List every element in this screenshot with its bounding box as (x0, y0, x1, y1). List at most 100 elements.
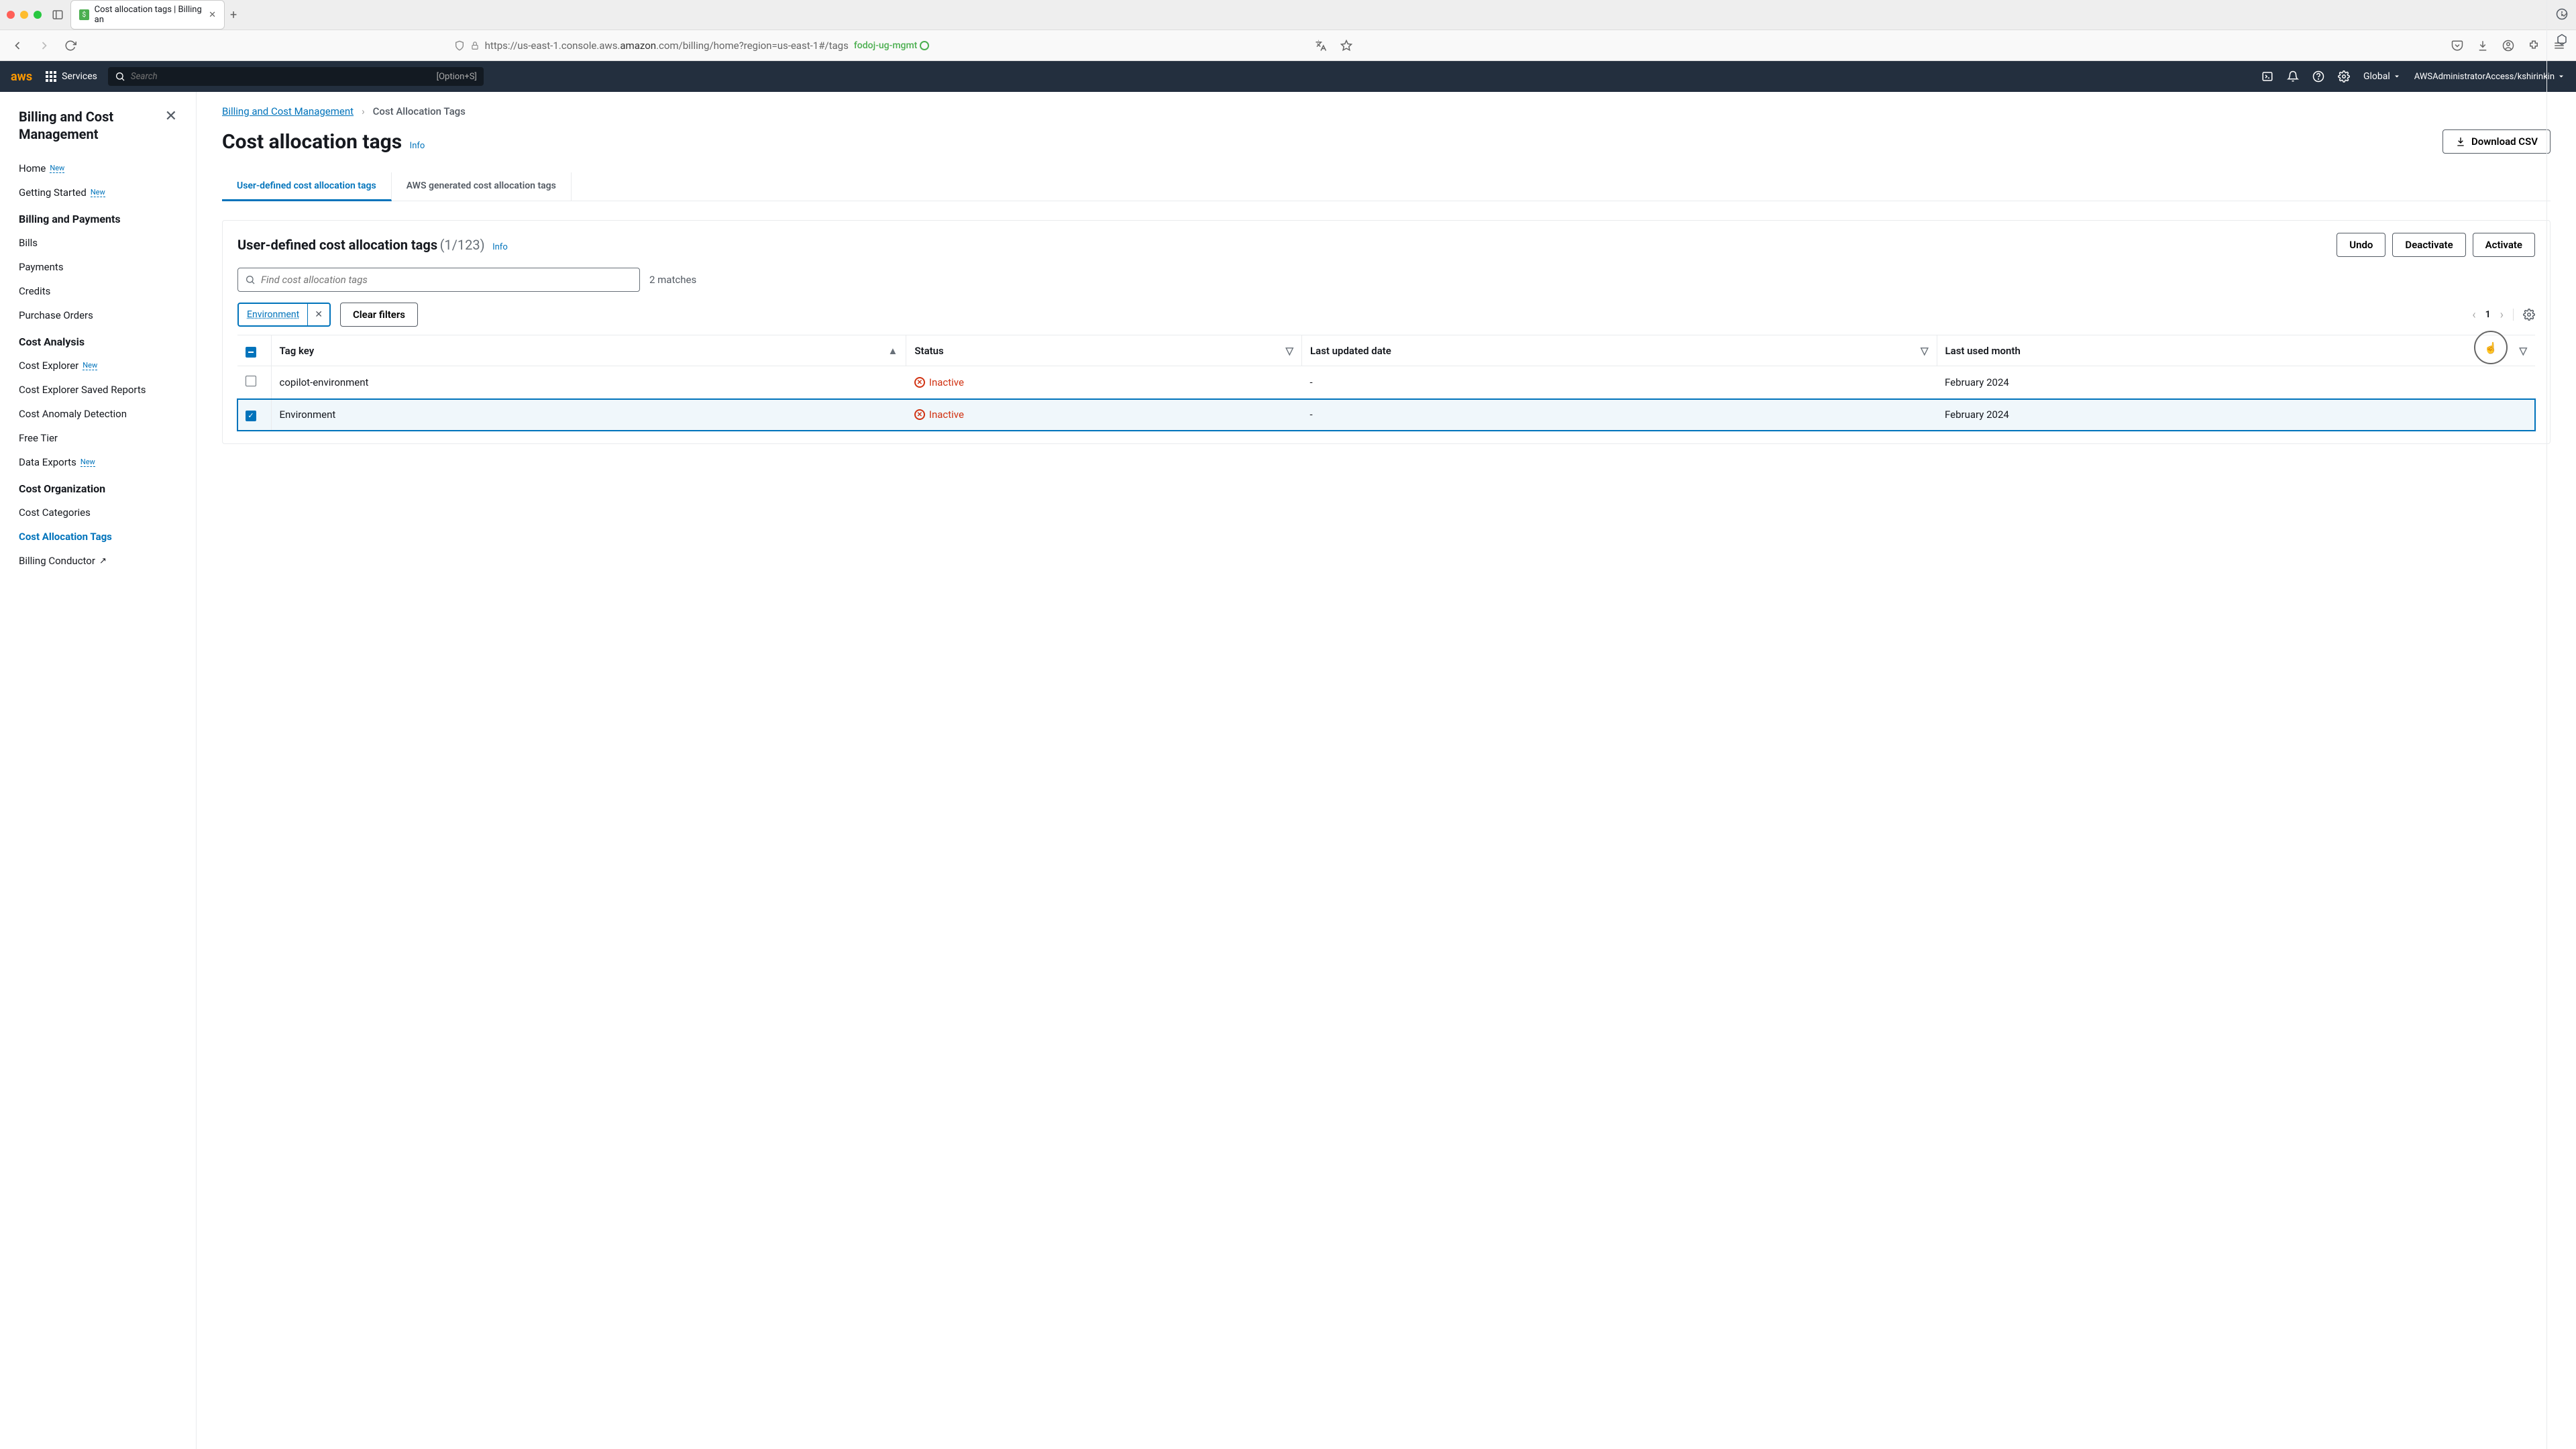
history-panel-icon[interactable] (2556, 34, 2568, 46)
minimize-window-icon[interactable] (20, 11, 28, 19)
forward-button[interactable] (35, 36, 54, 55)
deactivate-button[interactable]: Deactivate (2392, 233, 2465, 257)
cell-updated: - (1302, 399, 1937, 431)
tab-title: Cost allocation tags | Billing an (95, 5, 203, 25)
error-circle-icon: ✕ (914, 409, 925, 420)
sidebar-item-bills[interactable]: Bills (0, 231, 196, 255)
sidebar: Billing and Cost Management ✕ HomeNew Ge… (0, 92, 197, 1449)
tab-aws-generated[interactable]: AWS generated cost allocation tags (392, 172, 572, 201)
sidebar-item-cost-explorer[interactable]: Cost ExplorerNew (0, 354, 196, 378)
cell-tag-key: Environment (271, 399, 906, 431)
page-prev-icon[interactable]: ‹ (2472, 308, 2475, 322)
settings-icon[interactable] (2338, 70, 2350, 83)
services-label: Services (62, 71, 97, 82)
url-text: https://us-east-1.console.aws.amazon.com… (485, 40, 849, 52)
status-badge: ✕Inactive (914, 409, 1294, 421)
sidebar-close-icon[interactable]: ✕ (165, 108, 177, 125)
pagination: ‹ 1 › (2472, 308, 2535, 322)
table-row[interactable]: ✓ Environment ✕Inactive - February 2024 (237, 399, 2535, 431)
sidebar-item-payments[interactable]: Payments (0, 255, 196, 279)
browser-url-bar: https://us-east-1.console.aws.amazon.com… (0, 30, 2576, 61)
back-button[interactable] (8, 36, 27, 55)
page-number: 1 (2485, 309, 2491, 320)
lock-icon[interactable] (470, 41, 480, 50)
bookmark-icon[interactable] (1338, 37, 1355, 54)
chip-label[interactable]: Environment (239, 304, 307, 325)
header-checkbox[interactable] (237, 335, 271, 366)
sidebar-item-getting-started[interactable]: Getting StartedNew (0, 180, 196, 205)
right-rail (2546, 0, 2576, 1449)
header-tag-key[interactable]: Tag key▲ (271, 335, 906, 366)
matches-label: 2 matches (649, 274, 696, 286)
checkbox-indeterminate-icon[interactable] (246, 347, 256, 358)
row-checkbox[interactable] (246, 376, 256, 386)
aws-search[interactable]: [Option+S] (108, 67, 484, 86)
breadcrumb-root[interactable]: Billing and Cost Management (222, 105, 354, 117)
sidebar-item-data-exports[interactable]: Data ExportsNew (0, 450, 196, 474)
table-settings-icon[interactable] (2513, 309, 2535, 321)
pocket-icon[interactable] (2449, 37, 2466, 54)
tabs: User-defined cost allocation tags AWS ge… (222, 172, 2551, 201)
new-tab-button[interactable]: + (230, 8, 237, 22)
sidebar-item-credits[interactable]: Credits (0, 279, 196, 303)
help-icon[interactable] (2312, 70, 2324, 83)
page-next-icon[interactable]: › (2500, 308, 2504, 322)
aws-logo-icon[interactable]: aws (11, 70, 32, 84)
translate-icon[interactable] (1312, 37, 1330, 54)
sidebar-item-saved-reports[interactable]: Cost Explorer Saved Reports (0, 378, 196, 402)
activate-button[interactable]: Activate (2473, 233, 2535, 257)
downloads-icon[interactable] (2474, 37, 2491, 54)
sidebar-item-billing-conductor[interactable]: Billing Conductor↗ (0, 549, 196, 573)
profile-dot-icon (920, 41, 929, 50)
tab-close-icon[interactable]: ✕ (209, 10, 216, 20)
grid-icon (46, 71, 56, 82)
sidebar-toggle-icon[interactable] (52, 9, 64, 21)
clear-filters-button[interactable]: Clear filters (340, 303, 418, 327)
error-circle-icon: ✕ (914, 377, 925, 388)
tab-user-defined[interactable]: User-defined cost allocation tags (222, 172, 392, 201)
chevron-down-icon (2393, 72, 2401, 80)
panel-info-link[interactable]: Info (492, 242, 508, 252)
header-used[interactable]: Last used month▽ (1937, 335, 2535, 366)
browser-tab-bar: $ Cost allocation tags | Billing an ✕ + (0, 0, 2576, 30)
shortcut-hint: [Option+S] (437, 72, 477, 82)
account-icon[interactable] (2500, 37, 2517, 54)
close-window-icon[interactable] (7, 11, 15, 19)
download-csv-button[interactable]: Download CSV (2443, 129, 2551, 154)
section-cost-org: Cost Organization (0, 474, 196, 500)
bell-icon[interactable] (2287, 70, 2299, 83)
header-updated[interactable]: Last updated date▽ (1302, 335, 1937, 366)
profile-badge[interactable]: fodoj-ug-mgmt (854, 40, 929, 51)
search-input[interactable] (261, 274, 633, 286)
shield-icon[interactable] (454, 40, 465, 51)
reload-button[interactable] (62, 37, 79, 54)
sidebar-item-home[interactable]: HomeNew (0, 156, 196, 180)
cloudshell-icon[interactable] (2261, 70, 2273, 83)
info-panel-icon[interactable] (2556, 8, 2568, 20)
chip-remove-icon[interactable]: ✕ (307, 304, 329, 325)
maximize-window-icon[interactable] (34, 11, 42, 19)
services-button[interactable]: Services (46, 71, 97, 82)
search-box[interactable] (237, 268, 640, 292)
browser-tab[interactable]: $ Cost allocation tags | Billing an ✕ (70, 0, 225, 30)
info-link[interactable]: Info (410, 141, 425, 151)
sidebar-item-free-tier[interactable]: Free Tier (0, 426, 196, 450)
sidebar-item-purchase-orders[interactable]: Purchase Orders (0, 303, 196, 327)
search-input[interactable] (131, 72, 431, 82)
row-checkbox[interactable]: ✓ (246, 411, 256, 421)
aws-topbar: aws Services [Option+S] Global AWSAdmini… (0, 61, 2576, 92)
external-link-icon: ↗ (99, 556, 107, 566)
account-label: AWSAdministratorAccess/kshirinkin (2414, 72, 2555, 82)
tab-favicon-icon: $ (79, 9, 89, 20)
region-selector[interactable]: Global (2363, 71, 2401, 82)
header-status[interactable]: Status▽ (906, 335, 1302, 366)
table-row[interactable]: copilot-environment ✕Inactive - February… (237, 366, 2535, 399)
url-field[interactable]: https://us-east-1.console.aws.amazon.com… (87, 40, 1304, 52)
sidebar-item-anomaly[interactable]: Cost Anomaly Detection (0, 402, 196, 426)
sidebar-item-cost-allocation-tags[interactable]: Cost Allocation Tags (0, 525, 196, 549)
account-selector[interactable]: AWSAdministratorAccess/kshirinkin (2414, 72, 2565, 82)
tags-panel: User-defined cost allocation tags (1/123… (222, 220, 2551, 444)
sidebar-item-cost-categories[interactable]: Cost Categories (0, 500, 196, 525)
extensions-icon[interactable] (2525, 37, 2542, 54)
undo-button[interactable]: Undo (2337, 233, 2385, 257)
